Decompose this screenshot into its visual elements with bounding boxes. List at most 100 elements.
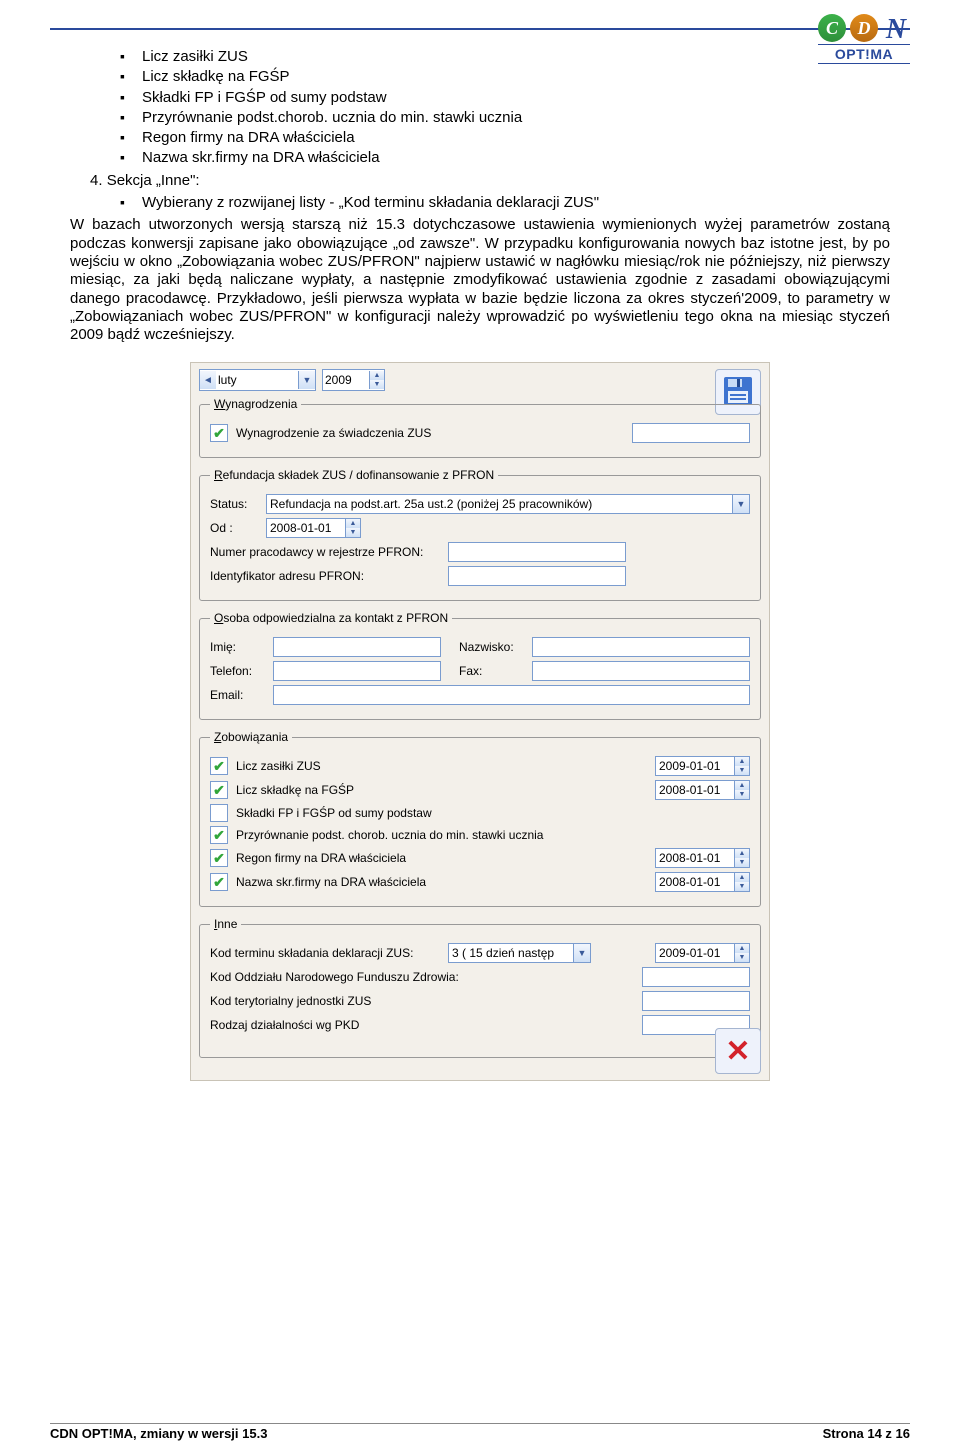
group-zobowiazania-legend: Zobowiązania (210, 730, 292, 744)
logo-letter-c: C (818, 14, 846, 42)
chevron-down-icon[interactable]: ▼ (573, 944, 590, 962)
date-spin-up[interactable]: ▲ (735, 873, 749, 882)
date-kodterm-input[interactable] (656, 944, 734, 962)
date-kodterm[interactable]: ▲▼ (655, 943, 750, 963)
lbl-imie: Imię: (210, 640, 265, 654)
input-email[interactable] (273, 685, 750, 705)
footer-left: CDN OPT!MA, zmiany w wersji 15.3 (50, 1426, 267, 1441)
date-zob-1[interactable]: ▲▼ (655, 780, 750, 800)
period-toolbar: ◄ ▼ ▲ ▼ (199, 369, 761, 391)
date-spin-down[interactable]: ▼ (735, 858, 749, 867)
lbl-zob-5: Nazwa skr.firmy na DRA właściciela (236, 875, 647, 889)
input-imie[interactable] (273, 637, 441, 657)
lbl-ident-pfron: Identyfikator adresu PFRON: (210, 569, 440, 583)
date-spin-up[interactable]: ▲ (735, 849, 749, 858)
chk-zob-2[interactable] (210, 804, 228, 822)
month-prev-button[interactable]: ◄ (200, 371, 216, 389)
combo-kodterm[interactable]: ▼ (448, 943, 591, 963)
input-kod-oddz[interactable] (642, 967, 750, 987)
group-osoba-legend: Osoba odpowiedzialna za kontakt z PFRON (210, 611, 452, 625)
lbl-kod-oddz: Kod Oddziału Narodowego Funduszu Zdrowia… (210, 970, 480, 984)
lbl-zob-4: Regon firmy na DRA właściciela (236, 851, 647, 865)
combo-kodterm-input[interactable] (449, 944, 573, 962)
lbl-zob-2: Składki FP i FGŚP od sumy podstaw (236, 806, 750, 820)
lbl-wynagrodzenie-zus: Wynagrodzenie za świadczenia ZUS (236, 426, 624, 440)
bullet-item: Licz zasiłki ZUS (120, 48, 890, 66)
date-spin-up[interactable]: ▲ (735, 781, 749, 790)
group-zobowiazania: Zobowiązania Licz zasiłki ZUS ▲▼ Licz sk… (199, 730, 761, 907)
header-divider (50, 28, 910, 30)
chk-zob-3[interactable] (210, 826, 228, 844)
input-nazwisko[interactable] (532, 637, 750, 657)
date-spin-up[interactable]: ▲ (346, 519, 360, 528)
date-spin-up[interactable]: ▲ (735, 944, 749, 953)
paragraph-text: W bazach utworzonych wersją starszą niż … (70, 216, 890, 344)
lbl-zob-3: Przyrównanie podst. chorob. ucznia do mi… (236, 828, 750, 842)
document-body: Licz zasiłki ZUS Licz składkę na FGŚP Sk… (70, 48, 890, 344)
bullet-item: Przyrównanie podst.chorob. ucznia do min… (120, 109, 890, 127)
bullet-list-2: Wybierany z rozwijanej listy - „Kod term… (120, 194, 890, 212)
lbl-zob-0: Licz zasiłki ZUS (236, 759, 647, 773)
month-dropdown-icon[interactable]: ▼ (298, 371, 315, 389)
date-spin-up[interactable]: ▲ (735, 757, 749, 766)
section-title: Sekcja „Inne": (107, 172, 200, 189)
chk-zob-0[interactable] (210, 757, 228, 775)
input-ident-pfron[interactable] (448, 566, 626, 586)
group-refundacja: Refundacja składek ZUS / dofinansowanie … (199, 468, 761, 601)
date-zob-1-input[interactable] (656, 781, 734, 799)
date-zob-4[interactable]: ▲▼ (655, 848, 750, 868)
chk-zob-5[interactable] (210, 873, 228, 891)
lbl-zob-1: Licz składkę na FGŚP (236, 783, 647, 797)
input-kod-ter[interactable] (642, 991, 750, 1011)
close-button[interactable]: ✕ (715, 1028, 761, 1074)
group-wynagrodzenia-legend: Wynagrodzenia (210, 397, 301, 411)
date-od-input[interactable] (267, 519, 345, 537)
lbl-nazwisko: Nazwisko: (459, 640, 524, 654)
date-zob-0[interactable]: ▲▼ (655, 756, 750, 776)
combo-status[interactable]: ▼ (266, 494, 750, 514)
group-inne: Inne Kod terminu składania deklaracji ZU… (199, 917, 761, 1058)
chk-zob-4[interactable] (210, 849, 228, 867)
chk-wynagrodzenie-zus[interactable] (210, 424, 228, 442)
bullet-item: Regon firmy na DRA właściciela (120, 129, 890, 147)
date-zob-5[interactable]: ▲▼ (655, 872, 750, 892)
year-selector[interactable]: ▲ ▼ (322, 369, 385, 391)
section-list: 4. Sekcja „Inne": (90, 172, 890, 190)
lbl-kodterm: Kod terminu składania deklaracji ZUS: (210, 946, 440, 960)
month-input[interactable] (216, 371, 298, 389)
combo-status-input[interactable] (267, 495, 732, 513)
date-spin-down[interactable]: ▼ (735, 953, 749, 962)
date-spin-down[interactable]: ▼ (735, 882, 749, 891)
input-numer-pfron[interactable] (448, 542, 626, 562)
month-selector[interactable]: ◄ ▼ (199, 369, 316, 391)
input-wynagrodzenie-zus[interactable] (632, 423, 750, 443)
bullet-list: Licz zasiłki ZUS Licz składkę na FGŚP Sk… (120, 48, 890, 168)
config-form-panel: ◄ ▼ ▲ ▼ Wynagrodzenia Wynagrodzenie (190, 362, 770, 1081)
logo-letter-d: D (850, 14, 878, 42)
date-zob-5-input[interactable] (656, 873, 734, 891)
lbl-rodz-pkd: Rodzaj działalności wg PKD (210, 1018, 480, 1032)
year-spin-down[interactable]: ▼ (370, 380, 384, 389)
year-input[interactable] (323, 371, 369, 389)
input-fax[interactable] (532, 661, 750, 681)
date-spin-down[interactable]: ▼ (735, 790, 749, 799)
bullet-item: Licz składkę na FGŚP (120, 68, 890, 86)
logo-letter-n: N (882, 14, 910, 42)
date-spin-down[interactable]: ▼ (346, 528, 360, 537)
date-zob-0-input[interactable] (656, 757, 734, 775)
section-number: 4. (90, 172, 103, 189)
date-od[interactable]: ▲▼ (266, 518, 361, 538)
date-spin-down[interactable]: ▼ (735, 766, 749, 775)
lbl-status: Status: (210, 497, 258, 511)
lbl-od: Od : (210, 521, 258, 535)
bullet-item: Składki FP i FGŚP od sumy podstaw (120, 89, 890, 107)
date-zob-4-input[interactable] (656, 849, 734, 867)
lbl-telefon: Telefon: (210, 664, 265, 678)
close-icon: ✕ (725, 1034, 750, 1069)
group-inne-legend: Inne (210, 917, 241, 931)
chk-zob-1[interactable] (210, 781, 228, 799)
year-spin-up[interactable]: ▲ (370, 371, 384, 380)
lbl-email: Email: (210, 688, 265, 702)
chevron-down-icon[interactable]: ▼ (732, 495, 749, 513)
input-telefon[interactable] (273, 661, 441, 681)
